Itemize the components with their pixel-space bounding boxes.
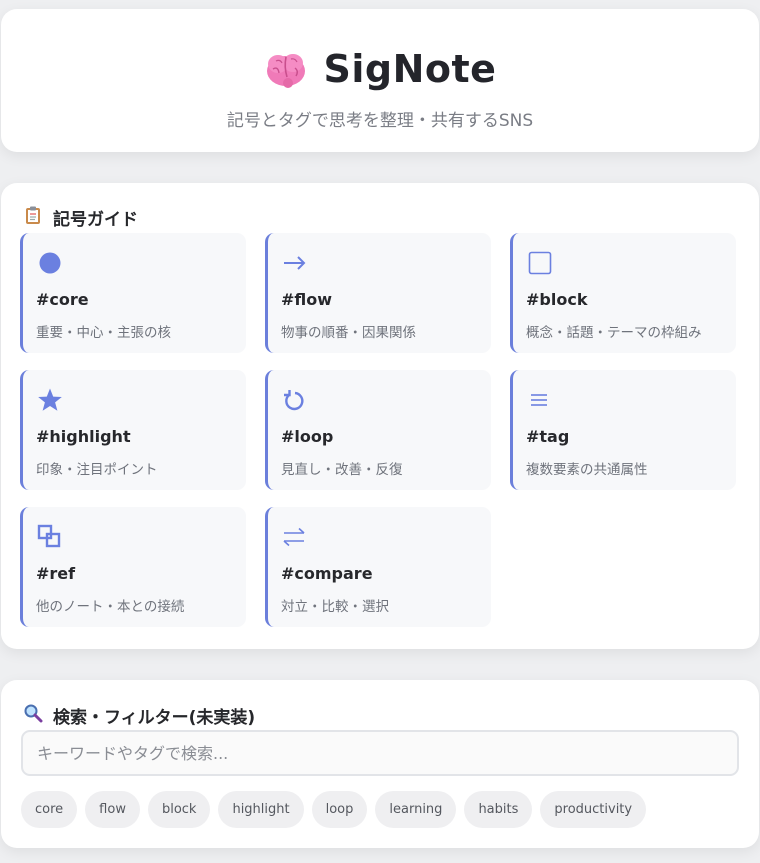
tag-chip-loop[interactable]: loop (311, 791, 368, 828)
symbol-name: #block (526, 290, 588, 309)
arrow-right-icon (281, 249, 309, 277)
symbol-name: #flow (281, 290, 333, 309)
tag-chip-block[interactable]: block (147, 791, 211, 828)
symbol-name: #core (36, 290, 89, 309)
search-input[interactable] (21, 730, 739, 776)
symbol-card-core[interactable]: #core 重要・中心・主張の核 (20, 233, 246, 353)
square-icon (526, 249, 554, 277)
guide-heading: 記号ガイド (23, 205, 138, 230)
search-filter-card: 検索・フィルター(未実装) core flow block highlight … (1, 680, 759, 848)
symbol-description: 物事の順番・因果関係 (281, 325, 416, 341)
symbol-card-compare[interactable]: #compare 対立・比較・選択 (265, 507, 491, 627)
tag-chip-productivity[interactable]: productivity (540, 791, 647, 828)
header-card: SigNote 記号とタグで思考を整理・共有するSNS (1, 9, 759, 152)
symbol-description: 重要・中心・主張の核 (36, 325, 171, 341)
symbol-card-block[interactable]: #block 概念・話題・テーマの枠組み (510, 233, 736, 353)
star-icon (36, 386, 64, 414)
tag-filter-list: core flow block highlight loop learning … (21, 791, 647, 828)
tag-chip-habits[interactable]: habits (464, 791, 533, 828)
symbol-name: #tag (526, 427, 570, 446)
symbol-card-flow[interactable]: #flow 物事の順番・因果関係 (265, 233, 491, 353)
circle-icon (36, 249, 64, 277)
symbol-card-highlight[interactable]: #highlight 印象・注目ポイント (20, 370, 246, 490)
guide-title: 記号ガイド (53, 210, 138, 230)
app-subtitle: 記号とタグで思考を整理・共有するSNS (226, 111, 534, 131)
symbol-card-ref[interactable]: #ref 他のノート・本との接続 (20, 507, 246, 627)
symbol-name: #compare (281, 564, 373, 583)
equals-icon (526, 386, 554, 414)
tag-chip-core[interactable]: core (21, 791, 78, 828)
symbol-description: 複数要素の共通属性 (526, 462, 648, 478)
swap-arrows-icon (281, 523, 309, 551)
symbol-description: 印象・注目ポイント (36, 462, 158, 478)
symbol-description: 対立・比較・選択 (281, 599, 389, 615)
tag-chip-flow[interactable]: flow (85, 791, 140, 828)
overlap-squares-icon (36, 523, 64, 551)
tag-chip-learning[interactable]: learning (375, 791, 457, 828)
symbol-description: 他のノート・本との接続 (36, 599, 185, 615)
app-title: SigNote (323, 47, 497, 91)
symbol-description: 見直し・改善・反復 (281, 462, 403, 478)
symbol-description: 概念・話題・テーマの枠組み (526, 325, 702, 341)
symbol-card-loop[interactable]: #loop 見直し・改善・反復 (265, 370, 491, 490)
clipboard-icon (23, 205, 43, 230)
search-heading: 検索・フィルター(未実装) (23, 703, 255, 728)
symbol-name: #loop (281, 427, 334, 446)
symbol-name: #highlight (36, 427, 131, 446)
loop-icon (281, 386, 309, 414)
symbol-name: #ref (36, 564, 76, 583)
magnifier-icon (23, 703, 43, 728)
brain-icon (264, 47, 308, 91)
symbol-guide-card: 記号ガイド #core 重要・中心・主張の核 #flow 物事の順番・因果関係 … (1, 183, 759, 649)
tag-chip-highlight[interactable]: highlight (218, 791, 304, 828)
search-title: 検索・フィルター(未実装) (53, 708, 256, 728)
symbol-card-tag[interactable]: #tag 複数要素の共通属性 (510, 370, 736, 490)
brand: SigNote (1, 47, 759, 95)
